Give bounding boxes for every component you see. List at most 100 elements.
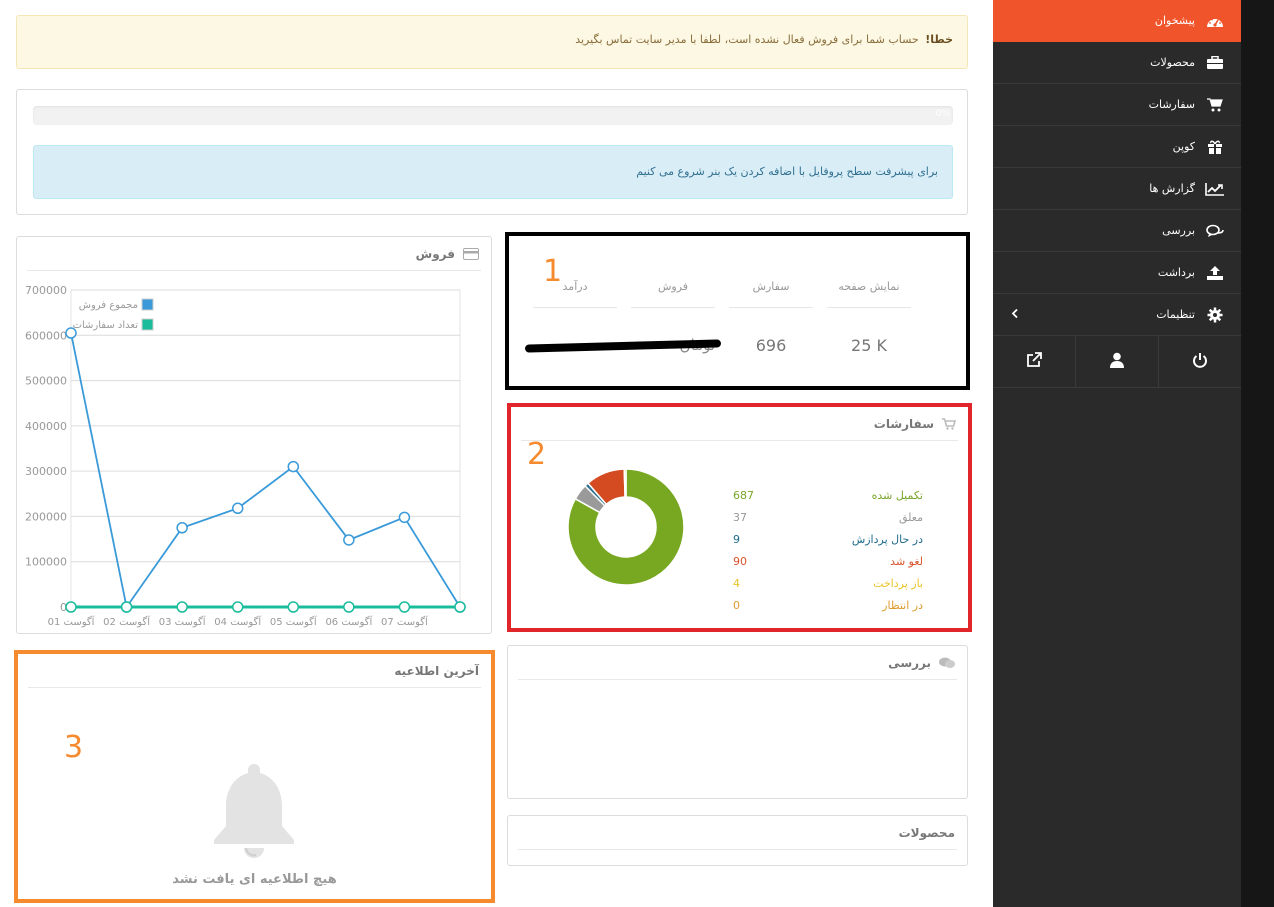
alert-title: خطا!: [925, 33, 953, 46]
cart-icon: [1205, 97, 1225, 113]
cart-icon: [942, 417, 956, 430]
sidebar-item-withdraw[interactable]: برداشت: [993, 252, 1241, 294]
y-tick-label: 600000: [25, 329, 67, 342]
chevron-left-icon: [1011, 308, 1019, 321]
y-tick-label: 100000: [25, 556, 67, 569]
x-tick-label: 06 آگوست: [325, 615, 373, 628]
sidebar-item-products[interactable]: محصولات: [993, 42, 1241, 84]
comments-icon: [939, 657, 955, 669]
data-point: [176, 601, 188, 613]
order-status-label: تکمیل شده: [871, 489, 923, 502]
order-status-count: 0: [733, 599, 740, 612]
sales-line-chart: 700000 600000 500000 400000 300000 200000 1000…: [25, 284, 466, 628]
briefcase-icon: [1205, 55, 1225, 71]
visit-store-button[interactable]: [993, 336, 1075, 387]
products-panel-header: محصولات: [518, 816, 957, 850]
progress-percent: 0%: [935, 109, 950, 119]
sidebar-item-orders[interactable]: سفارشات: [993, 84, 1241, 126]
data-point: [287, 460, 300, 473]
sidebar-item-review[interactable]: بررسی: [993, 210, 1241, 252]
x-tick-label: 04 آگوست: [214, 615, 262, 628]
y-tick-label: 500000: [25, 375, 67, 388]
data-point: [343, 601, 355, 613]
order-status-row[interactable]: در حال پردازش 9: [733, 533, 923, 555]
data-point: [454, 601, 466, 613]
order-status-row[interactable]: باز پرداخت 4: [733, 577, 923, 599]
data-point: [65, 601, 77, 613]
sidebar-item-coupon[interactable]: کوپن: [993, 126, 1241, 168]
annotation-marker-2: 2: [527, 437, 547, 472]
review-panel: بررسی: [507, 645, 968, 799]
dashboard-icon: [1205, 13, 1225, 29]
sidebar-item-label: تنظیمات: [1156, 308, 1195, 321]
data-point: [343, 534, 355, 546]
data-point: [398, 511, 411, 524]
sidebar-item-reports[interactable]: گزارش ها: [993, 168, 1241, 210]
order-status-count: 4: [733, 577, 740, 590]
data-point: [287, 601, 300, 613]
notifications-header: آخرین اطلاعیه: [28, 654, 481, 688]
products-panel: محصولات: [507, 815, 968, 866]
user-icon: [1110, 352, 1124, 371]
order-status-label: لغو شد: [890, 555, 923, 568]
data-point: [231, 502, 244, 515]
data-point: [398, 601, 411, 613]
profile-progress-bar: 0%: [33, 106, 953, 125]
legend-swatch: [141, 298, 154, 311]
alert-message: حساب شما برای فروش فعال نشده است، لطفا ب…: [575, 33, 919, 46]
sidebar-item-dashboard[interactable]: پیشخوان: [993, 0, 1241, 42]
orders-donut-chart: [567, 468, 685, 586]
sidebar-item-label: سفارشات: [1148, 98, 1195, 111]
data-point: [231, 601, 244, 613]
orders-panel-header: سفارشات: [521, 407, 958, 441]
plot-area: [70, 289, 461, 608]
sales-panel: فروش 700000 600000 500000 400000 300000 20000…: [16, 236, 492, 634]
sidebar-item-label: گزارش ها: [1149, 182, 1195, 195]
stat-header-orders: سفارش: [729, 274, 813, 308]
order-status-row[interactable]: در انتظار 0: [733, 599, 923, 621]
order-status-label: معلق: [898, 511, 923, 524]
comments-icon: [1205, 223, 1225, 239]
gear-icon: [1205, 307, 1225, 323]
donut-slice: [623, 468, 627, 498]
profile-info-text: برای پیشرفت سطح پروفایل با اضافه کردن یک…: [636, 165, 938, 178]
notifications-title: آخرین اطلاعیه: [394, 663, 479, 678]
y-tick-label: 300000: [25, 465, 67, 478]
sidebar: پیشخوان محصولات سفارشات کوپن گزارش ها بر…: [993, 0, 1241, 907]
window-edge: [1241, 0, 1274, 907]
profile-progress-panel: 0% برای پیشرفت سطح پروفایل با اضافه کردن…: [16, 89, 968, 215]
order-status-count: 90: [733, 555, 747, 568]
order-status-row[interactable]: لغو شد 90: [733, 555, 923, 577]
x-tick-label: 05 آگوست: [270, 615, 318, 628]
review-panel-title: بررسی: [888, 655, 931, 670]
order-status-count: 687: [733, 489, 754, 502]
data-point: [120, 601, 133, 613]
legend-label: تعداد سفارشات: [73, 320, 139, 331]
order-status-row[interactable]: تکمیل شده 687: [733, 489, 923, 511]
stats-panel: نمایش صفحه سفارش فروش درآمد 25 K 696 توم…: [505, 232, 970, 390]
y-tick-label: 200000: [25, 510, 67, 523]
annotation-marker-3: 3: [64, 730, 84, 765]
data-point: [176, 522, 188, 534]
x-tick-label: 02 آگوست: [103, 615, 151, 628]
chart-icon: [1205, 181, 1225, 197]
sidebar-item-settings[interactable]: تنظیمات: [993, 294, 1241, 336]
profile-info-alert: برای پیشرفت سطح پروفایل با اضافه کردن یک…: [33, 145, 953, 199]
order-status-label: در انتظار: [882, 599, 923, 612]
stat-header-sales: فروش: [631, 274, 715, 308]
edit-account-button[interactable]: [1075, 336, 1158, 387]
notifications-panel: آخرین اطلاعیه 3 هیچ اطلاعیه ای یافت نشد: [14, 650, 495, 903]
x-tick-label: 01 آگوست: [48, 615, 96, 628]
logout-button[interactable]: [1158, 336, 1241, 387]
legend-swatch: [141, 318, 154, 331]
order-status-row[interactable]: معلق 37: [733, 511, 923, 533]
orders-panel: سفارشات تکمیل شده 687 معلق 37 در حال پردازش 9…: [507, 403, 972, 632]
stat-value-pageviews: 25 K: [851, 336, 887, 355]
stat-value-orders: 696: [755, 336, 787, 355]
upload-icon: [1205, 265, 1225, 281]
legend-label: مجموع فروش: [79, 300, 138, 311]
gift-icon: [1205, 139, 1225, 155]
sidebar-item-label: محصولات: [1150, 56, 1195, 69]
orders-panel-title: سفارشات: [873, 416, 934, 431]
order-status-count: 9: [733, 533, 740, 546]
